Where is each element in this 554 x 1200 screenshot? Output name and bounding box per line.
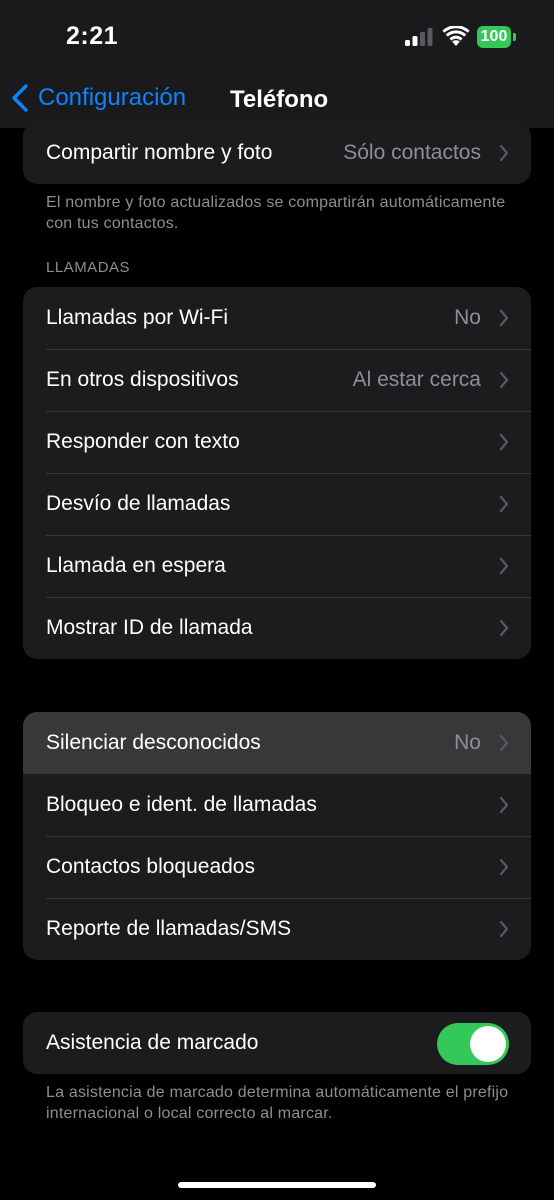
row-dial-assist: Asistencia de marcado (23, 1012, 531, 1074)
status-time: 2:21 (66, 22, 119, 50)
row-label: En otros dispositivos (46, 368, 239, 391)
row-label: Responder con texto (46, 430, 240, 453)
row-call-blocking-identification[interactable]: Bloqueo e ident. de llamadas (23, 774, 531, 836)
calls-settings-group: Llamadas por Wi-Fi No En otros dispositi… (23, 287, 531, 659)
chevron-right-icon (499, 433, 509, 451)
row-show-caller-id[interactable]: Mostrar ID de llamada (23, 597, 531, 659)
chevron-right-icon (499, 619, 509, 637)
row-value: No (454, 306, 481, 329)
row-label: Bloqueo e ident. de llamadas (46, 793, 317, 816)
row-label: Llamadas por Wi-Fi (46, 306, 229, 329)
row-label: Reporte de llamadas/SMS (46, 917, 292, 940)
row-sms-call-reporting[interactable]: Reporte de llamadas/SMS (23, 898, 531, 960)
wifi-icon (442, 26, 470, 46)
share-footer-text: El nombre y foto actualizados se compart… (46, 194, 506, 232)
blocking-settings-group: Silenciar desconocidos No Bloqueo e iden… (23, 712, 531, 960)
row-share-name-photo[interactable]: Compartir nombre y foto Sólo contactos (23, 122, 531, 184)
dial-assist-footer-text: La asistencia de marcado determina autom… (46, 1084, 509, 1122)
chevron-right-icon (499, 371, 509, 389)
row-respond-with-text[interactable]: Responder con texto (23, 411, 531, 473)
battery-nub (513, 33, 516, 41)
row-call-waiting[interactable]: Llamada en espera (23, 535, 531, 597)
toggle-knob (470, 1026, 506, 1062)
row-other-devices[interactable]: En otros dispositivos Al estar cerca (23, 349, 531, 411)
row-label: Desvío de llamadas (46, 492, 231, 515)
row-silence-unknown-callers[interactable]: Silenciar desconocidos No (23, 712, 531, 774)
row-blocked-contacts[interactable]: Contactos bloqueados (23, 836, 531, 898)
chevron-right-icon (499, 858, 509, 876)
chevron-right-icon (499, 796, 509, 814)
chevron-right-icon (499, 495, 509, 513)
chevron-right-icon (499, 144, 509, 162)
row-call-forwarding[interactable]: Desvío de llamadas (23, 473, 531, 535)
back-button[interactable]: Configuración (10, 80, 186, 116)
row-label: Compartir nombre y foto (46, 141, 273, 164)
chevron-left-icon (12, 84, 28, 112)
chevron-right-icon (499, 734, 509, 752)
dial-assist-group: Asistencia de marcado (23, 1012, 531, 1074)
dial-assist-toggle[interactable] (437, 1023, 509, 1065)
chevron-right-icon (499, 309, 509, 327)
chevron-right-icon (499, 557, 509, 575)
page-title: Teléfono (230, 86, 329, 113)
back-button-label: Configuración (38, 84, 187, 111)
section-header-calls: LLAMADAS (46, 259, 131, 276)
status-bar: 2:21 100 (0, 0, 554, 70)
battery-level: 100 (477, 26, 511, 48)
home-indicator[interactable] (178, 1182, 376, 1188)
row-label: Llamada en espera (46, 554, 226, 577)
row-value: Al estar cerca (352, 368, 481, 391)
row-label: Silenciar desconocidos (46, 731, 261, 754)
cellular-signal-icon (405, 28, 433, 46)
chevron-right-icon (499, 920, 509, 938)
row-label: Mostrar ID de llamada (46, 616, 253, 639)
battery-icon: 100 (477, 26, 516, 48)
row-value: Sólo contactos (343, 141, 481, 164)
row-value: No (454, 731, 481, 754)
row-label: Asistencia de marcado (46, 1031, 259, 1054)
row-wifi-calling[interactable]: Llamadas por Wi-Fi No (23, 287, 531, 349)
navigation-bar: Configuración Teléfono (0, 70, 554, 128)
share-settings-group: Compartir nombre y foto Sólo contactos (23, 122, 531, 184)
row-label: Contactos bloqueados (46, 855, 255, 878)
